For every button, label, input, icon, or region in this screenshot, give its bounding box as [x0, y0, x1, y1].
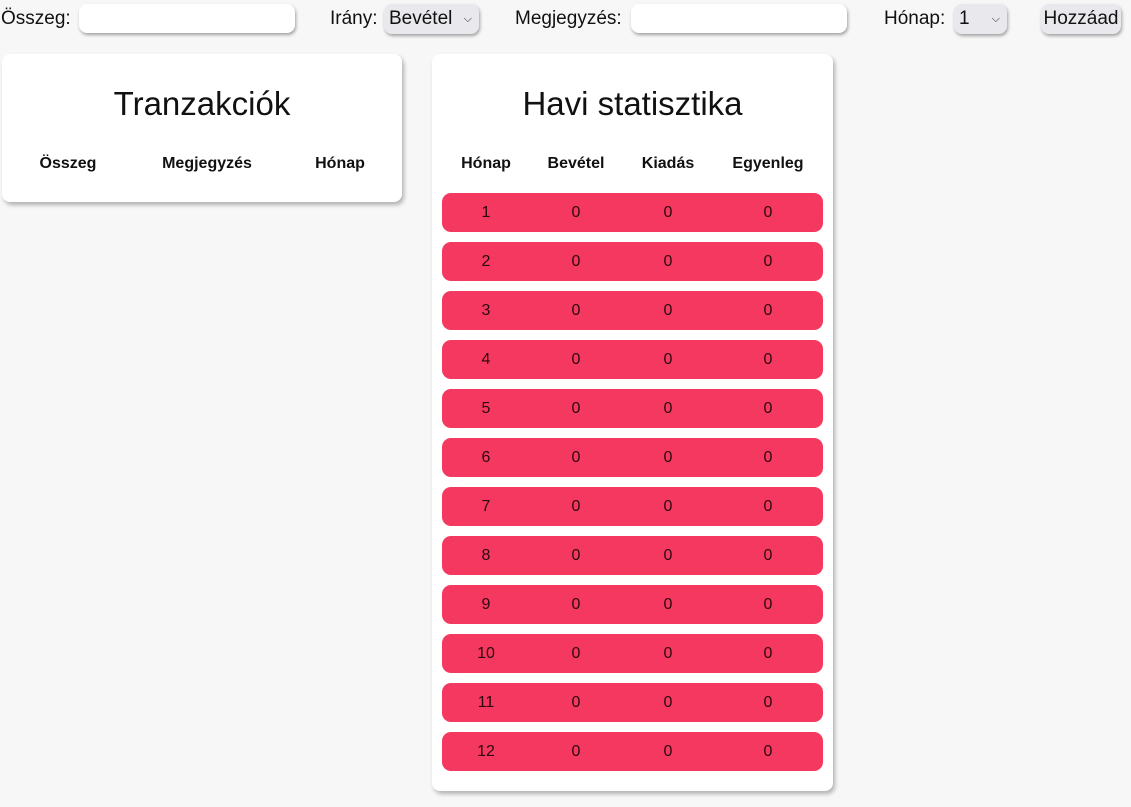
stats-cell-expense: 0 [663, 596, 673, 613]
stats-col-expense: Kiadás [641, 155, 695, 172]
stats-row: 8 0 0 0 [442, 536, 823, 575]
transactions-col-amount: Összeg [39, 155, 97, 172]
month-label: Hónap: [884, 8, 946, 29]
stats-cell-balance: 0 [763, 547, 773, 564]
stats-cell-expense: 0 [663, 400, 673, 417]
stats-row: 7 0 0 0 [442, 487, 823, 526]
stats-cell-month: 3 [481, 302, 491, 319]
stats-cell-month: 1 [481, 204, 491, 221]
stats-row: 4 0 0 0 [442, 340, 823, 379]
transactions-col-month: Hónap [315, 155, 365, 172]
stats-cell-balance: 0 [763, 743, 773, 760]
stats-cell-income: 0 [571, 547, 581, 564]
stats-cell-month: 7 [481, 498, 491, 515]
stats-row: 1 0 0 0 [442, 193, 823, 232]
stats-cell-balance: 0 [763, 645, 773, 662]
direction-selected-value: Bevétel [389, 8, 453, 29]
stats-cell-expense: 0 [663, 302, 673, 319]
stats-cell-balance: 0 [763, 694, 773, 711]
note-label: Megjegyzés: [515, 8, 622, 29]
stats-cell-income: 0 [571, 449, 581, 466]
stats-cell-income: 0 [571, 204, 581, 221]
stats-row: 9 0 0 0 [442, 585, 823, 624]
stats-cell-income: 0 [571, 596, 581, 613]
transactions-title: Tranzakciók [113, 85, 291, 122]
stats-cell-income: 0 [571, 694, 581, 711]
month-selected-value: 1 [959, 8, 970, 29]
stats-cell-month: 6 [481, 449, 491, 466]
stats-cell-income: 0 [571, 253, 581, 270]
stats-row: 12 0 0 0 [442, 732, 823, 771]
direction-select[interactable]: Bevétel ⌵ [384, 4, 479, 34]
stats-cell-month: 9 [481, 596, 491, 613]
stats-cell-balance: 0 [763, 400, 773, 417]
direction-label: Irány: [330, 8, 378, 29]
stats-row: 6 0 0 0 [442, 438, 823, 477]
stats-cell-expense: 0 [663, 547, 673, 564]
stats-cell-balance: 0 [763, 449, 773, 466]
stats-row: 10 0 0 0 [442, 634, 823, 673]
stats-cell-month: 11 [477, 694, 495, 711]
stats-cell-income: 0 [571, 498, 581, 515]
stats-cell-income: 0 [571, 400, 581, 417]
stats-cell-expense: 0 [663, 204, 673, 221]
stats-cell-balance: 0 [763, 351, 773, 368]
amount-label: Összeg: [1, 8, 71, 29]
transactions-card: Tranzakciók Összeg Megjegyzés Hónap [2, 54, 402, 202]
stats-row: 3 0 0 0 [442, 291, 823, 330]
stats-cell-expense: 0 [663, 253, 673, 270]
stats-row: 5 0 0 0 [442, 389, 823, 428]
month-select[interactable]: 1 ⌵ [954, 4, 1007, 34]
stats-col-balance: Egyenleg [732, 155, 804, 172]
stats-cell-month: 10 [477, 645, 495, 662]
stats-cell-expense: 0 [663, 351, 673, 368]
stats-cell-income: 0 [571, 743, 581, 760]
stats-row: 11 0 0 0 [442, 683, 823, 722]
stats-cell-month: 12 [477, 743, 495, 760]
stats-col-income: Bevétel [547, 155, 605, 172]
stats-cell-month: 5 [481, 400, 491, 417]
stats-cell-month: 2 [481, 253, 491, 270]
stats-cell-month: 8 [481, 547, 491, 564]
stats-cell-balance: 0 [763, 253, 773, 270]
monthly-stats-card: Havi statisztika Hónap Bevétel Kiadás Eg… [432, 54, 833, 791]
stats-cell-balance: 0 [763, 596, 773, 613]
amount-input[interactable] [79, 4, 295, 33]
stats-cell-expense: 0 [663, 694, 673, 711]
add-button[interactable]: Hozzáad [1041, 4, 1121, 34]
stats-cell-expense: 0 [663, 743, 673, 760]
stats-cell-balance: 0 [763, 204, 773, 221]
chevron-down-icon: ⌵ [991, 13, 1000, 25]
stats-cell-balance: 0 [763, 498, 773, 515]
stats-cell-month: 4 [481, 351, 491, 368]
stats-cell-balance: 0 [763, 302, 773, 319]
transaction-form: Összeg: Irány: Bevétel ⌵ Megjegyzés: Hón… [0, 0, 1131, 38]
stats-row: 2000 [442, 242, 823, 281]
stats-cell-expense: 0 [663, 645, 673, 662]
stats-cell-income: 0 [571, 351, 581, 368]
transactions-col-note: Megjegyzés [162, 155, 252, 172]
stats-title: Havi statisztika [522, 85, 743, 122]
stats-cell-income: 0 [571, 302, 581, 319]
stats-col-month: Hónap [461, 155, 511, 172]
stats-cell-income: 0 [571, 645, 581, 662]
stats-cell-expense: 0 [663, 449, 673, 466]
chevron-down-icon: ⌵ [463, 13, 472, 25]
note-input[interactable] [631, 4, 847, 33]
stats-cell-expense: 0 [663, 498, 673, 515]
